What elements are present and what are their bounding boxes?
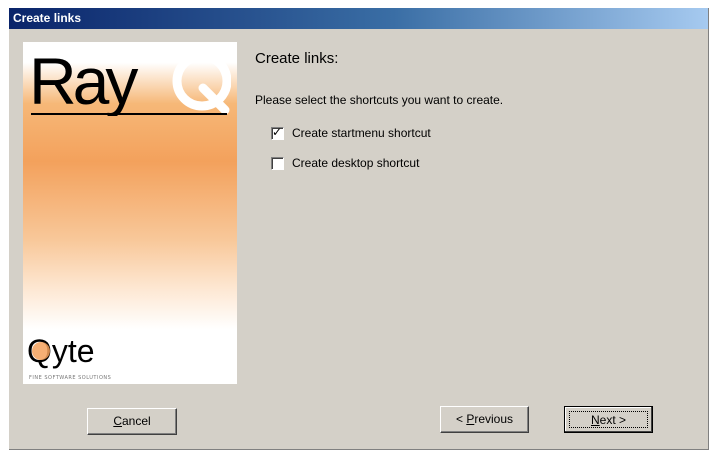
next-label: ext > [599, 413, 627, 427]
cancel-button[interactable]: Cancel [87, 408, 177, 435]
instruction-text: Please select the shortcuts you want to … [255, 93, 504, 107]
next-button[interactable]: Next > [564, 406, 653, 433]
cancel-accelerator: C [113, 414, 122, 428]
qyte-logo: Qyte [27, 333, 95, 369]
previous-button[interactable]: < Previous [440, 406, 529, 433]
side-banner: Ray Qyte FINE SOFTWARE SOLUTIONS [23, 42, 237, 384]
rayq-logo-text: Ray [29, 46, 138, 116]
desktop-shortcut-checkbox[interactable] [271, 156, 284, 170]
wizard-window: Create links Ray Qyte FINE SOFTWARE SOLU… [9, 8, 709, 450]
previous-arrow: < [455, 412, 467, 426]
desktop-shortcut-option[interactable]: Create desktop shortcut [271, 155, 419, 171]
previous-label: revious [474, 412, 514, 426]
next-accelerator: N [590, 413, 600, 427]
rayq-logo: Ray [29, 46, 231, 116]
startmenu-shortcut-label: Create startmenu shortcut [292, 126, 431, 140]
page-heading: Create links: [255, 50, 339, 67]
startmenu-shortcut-option[interactable]: ✓ Create startmenu shortcut [271, 125, 431, 141]
checkmark-icon: ✓ [272, 124, 283, 139]
desktop-shortcut-label: Create desktop shortcut [292, 156, 420, 170]
cancel-label: ancel [121, 414, 151, 428]
focus-rect: Next > [569, 411, 648, 428]
window-title: Create links [9, 8, 708, 29]
startmenu-shortcut-checkbox[interactable]: ✓ [271, 124, 284, 140]
company-tagline: FINE SOFTWARE SOLUTIONS [29, 375, 112, 381]
